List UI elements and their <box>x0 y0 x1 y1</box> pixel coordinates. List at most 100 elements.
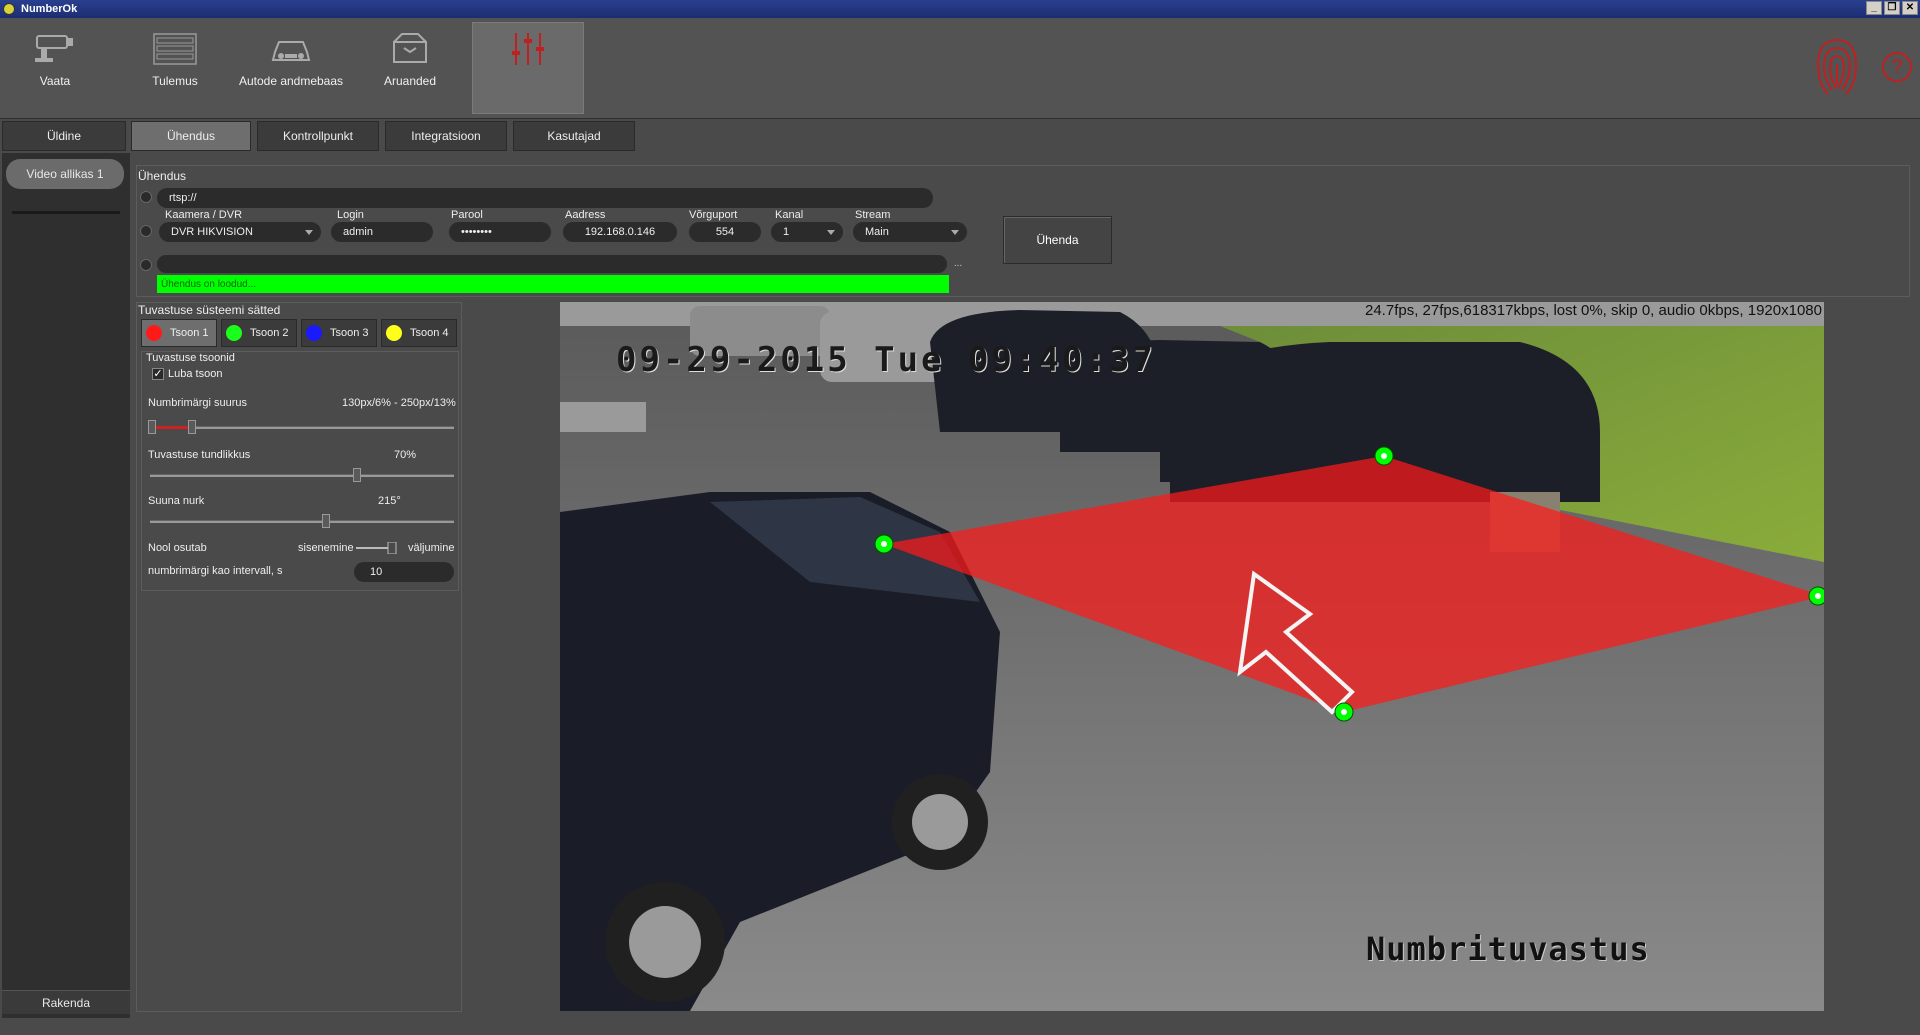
toolbar-car-database-label: Autode andmebaas <box>238 74 344 88</box>
password-input[interactable]: •••••••• <box>449 222 551 242</box>
custom-source-radio[interactable] <box>140 259 152 271</box>
port-input[interactable]: 554 <box>689 222 761 242</box>
interval-value: 10 <box>370 566 383 578</box>
browse-button[interactable]: ... <box>949 258 967 274</box>
zone-selector: Tsoon 1 Tsoon 2 Tsoon 3 Tsoon 4 <box>141 319 457 347</box>
toolbar-car-database-button[interactable]: Autode andmebaas <box>236 26 346 112</box>
interval-label: numbrimärgi kao intervall, s <box>148 565 283 577</box>
camera-icon <box>35 35 73 62</box>
video-preview[interactable]: 24.7fps, 27fps,618317kbps, lost 0%, skip… <box>560 302 1824 1011</box>
toolbar-view-button[interactable]: Vaata <box>0 26 110 112</box>
toolbar-view-label: Vaata <box>39 74 71 88</box>
zone-3-button[interactable]: Tsoon 3 <box>301 319 377 347</box>
interval-input[interactable]: 10 <box>354 562 454 582</box>
detection-title: Tuvastuse süsteemi sätted <box>138 303 281 317</box>
zone-4-button[interactable]: Tsoon 4 <box>381 319 457 347</box>
enable-zone-checkbox[interactable]: ✓ <box>152 368 164 380</box>
plate-size-label: Numbrimärgi suurus <box>148 397 248 409</box>
direction-value: 215° <box>378 495 401 507</box>
rtsp-url-input[interactable]: rtsp:// <box>157 188 933 208</box>
stream-stats: 24.7fps, 27fps,618317kbps, lost 0%, skip… <box>1365 302 1822 319</box>
zone-4-label: Tsoon 4 <box>410 327 449 339</box>
plate-size-value: 130px/6% - 250px/13% <box>342 397 456 409</box>
tab-general[interactable]: Üldine <box>2 121 126 151</box>
stream-select[interactable]: Main <box>853 222 967 242</box>
login-label: Login <box>337 209 364 221</box>
window-controls: _ ❐ ✕ <box>1866 1 1918 15</box>
sensitivity-value: 70% <box>394 449 417 461</box>
car-database-icon <box>271 41 311 61</box>
main-toolbar: Vaata Tulemus Autode andmebaas Aruanded <box>0 18 1920 119</box>
zone-2-button[interactable]: Tsoon 2 <box>221 319 297 347</box>
arrow-direction-toggle[interactable] <box>354 542 398 554</box>
tab-checkpoint[interactable]: Kontrollpunkt <box>257 121 379 151</box>
rtsp-radio[interactable] <box>140 191 152 203</box>
channel-label: Kanal <box>775 209 804 221</box>
zone-4-color-icon <box>386 325 402 341</box>
tab-integration[interactable]: Integratsioon <box>385 121 507 151</box>
title-bar: NumberOk _ ❐ ✕ <box>0 0 1920 18</box>
osd-timestamp: 09-29-2015 Tue 09:40:37 <box>616 340 1156 380</box>
apply-button[interactable]: Rakenda <box>2 990 130 1014</box>
results-list-icon <box>153 33 197 65</box>
toolbar-settings-button[interactable] <box>472 22 584 114</box>
arrow-out-label: väljumine <box>408 542 455 554</box>
connection-title: Ühendus <box>138 169 187 183</box>
toolbar-reports-button[interactable]: Aruanded <box>355 26 465 112</box>
connection-status: Ühendus on loodud... <box>157 275 949 293</box>
detection-zones-box: Tuvastuse tsoonid ✓ Luba tsoon Numbrimär… <box>141 351 459 591</box>
zone-3-label: Tsoon 3 <box>330 327 369 339</box>
port-label: Võrguport <box>689 209 738 221</box>
custom-source-input[interactable] <box>157 255 947 273</box>
dvr-radio[interactable] <box>140 225 152 237</box>
camera-dvr-select[interactable]: DVR HIKVISION <box>159 222 321 242</box>
plate-size-max-handle[interactable] <box>188 420 196 434</box>
reports-icon <box>393 33 427 63</box>
osd-caption: Numbrituvastus <box>1366 930 1650 968</box>
settings-tabs: Üldine Ühendus Kontrollpunkt Integratsio… <box>0 121 1920 153</box>
tab-connection[interactable]: Ühendus <box>131 121 251 151</box>
toolbar-results-label: Tulemus <box>152 74 198 88</box>
restore-button[interactable]: ❐ <box>1884 1 1900 15</box>
direction-handle[interactable] <box>322 514 330 528</box>
channel-select[interactable]: 1 <box>771 222 843 242</box>
connection-section: Ühendus rtsp:// Kaamera / DVR DVR HIKVIS… <box>136 165 1910 297</box>
settings-sliders-icon <box>512 33 544 65</box>
camera-scene-image <box>560 302 1824 1011</box>
zone-1-button[interactable]: Tsoon 1 <box>141 319 217 347</box>
source-divider <box>12 211 120 214</box>
sensitivity-label: Tuvastuse tundlikkus <box>148 449 251 461</box>
sensitivity-track <box>150 474 454 477</box>
enable-zone-label: Luba tsoon <box>168 368 223 380</box>
connect-button[interactable]: Ühenda <box>1003 216 1112 264</box>
toolbar-reports-label: Aruanded <box>383 74 437 88</box>
address-input[interactable]: 192.168.0.146 <box>563 222 677 242</box>
zone-1-label: Tsoon 1 <box>170 327 209 339</box>
arrow-in-label: sisenemine <box>298 542 354 554</box>
tab-users[interactable]: Kasutajad <box>513 121 635 151</box>
direction-track <box>150 520 454 523</box>
minimize-button[interactable]: _ <box>1866 1 1882 15</box>
plate-size-min-handle[interactable] <box>148 420 156 434</box>
sensitivity-handle[interactable] <box>353 468 362 482</box>
window-title: NumberOk <box>21 3 78 15</box>
address-label: Aadress <box>565 209 606 221</box>
direction-label: Suuna nurk <box>148 495 205 507</box>
zones-title: Tuvastuse tsoonid <box>146 352 235 364</box>
login-input[interactable]: admin <box>331 222 433 242</box>
toolbar-results-button[interactable]: Tulemus <box>120 26 230 112</box>
zone-2-label: Tsoon 2 <box>250 327 289 339</box>
zone-1-color-icon <box>146 325 162 341</box>
detection-settings-panel: Tuvastuse süsteemi sätted Tsoon 1 Tsoon … <box>136 302 462 1012</box>
camera-label: Kaamera / DVR <box>165 209 243 221</box>
arrow-label: Nool osutab <box>148 542 207 554</box>
help-button[interactable]: ? <box>1882 52 1912 82</box>
app-logo-icon <box>3 3 15 15</box>
fingerprint-icon <box>1816 39 1858 95</box>
zone-3-color-icon <box>306 325 322 341</box>
zone-2-color-icon <box>226 325 242 341</box>
close-button[interactable]: ✕ <box>1902 1 1918 15</box>
video-source-panel: Video allikas 1 <box>2 153 130 1018</box>
video-source-item[interactable]: Video allikas 1 <box>6 159 124 189</box>
password-label: Parool <box>451 209 483 221</box>
